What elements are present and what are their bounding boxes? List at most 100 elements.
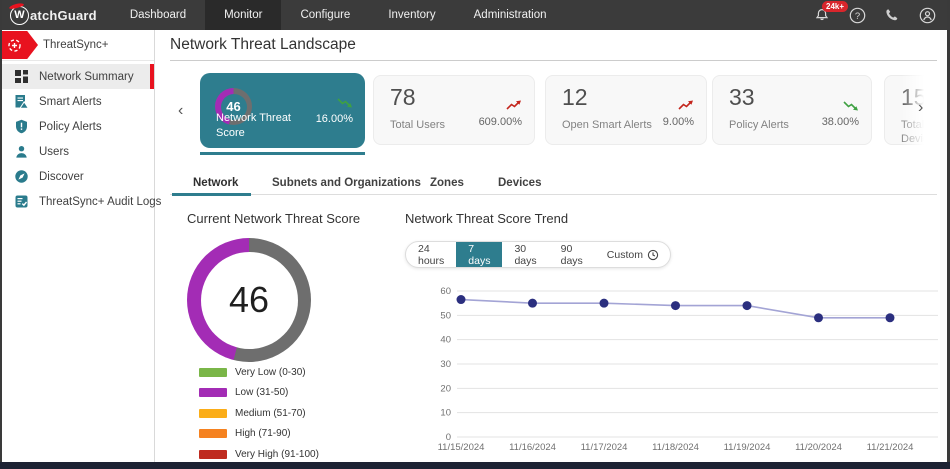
legend-item-very-low: Very Low (0-30): [199, 367, 306, 378]
sidebar-item-label: Policy Alerts: [39, 120, 102, 133]
product-header: ThreatSync+: [2, 30, 154, 61]
sidebar-item-smart-alerts[interactable]: Smart Alerts: [2, 89, 154, 114]
selected-card-indicator: [200, 152, 365, 155]
card-label: Network Threat Score: [216, 112, 291, 139]
question-circle-icon: ?: [849, 7, 865, 23]
nav-dashboard[interactable]: Dashboard: [111, 0, 205, 30]
range-90-days[interactable]: 90 days: [549, 242, 595, 267]
sidebar-item-label: Network Summary: [39, 70, 134, 83]
card-trend: 16.00%: [316, 95, 353, 125]
nav-configure[interactable]: Configure: [281, 0, 369, 30]
svg-text:50: 50: [440, 310, 451, 321]
svg-text:20: 20: [440, 383, 451, 394]
legend-label: Very Low (0-30): [235, 367, 306, 378]
trend-down-icon: [337, 98, 352, 108]
primary-nav: Dashboard Monitor Configure Inventory Ad…: [111, 0, 566, 30]
range-7-days[interactable]: 7 days: [456, 242, 503, 267]
sidebar-item-users[interactable]: Users: [2, 139, 154, 164]
phone-icon: [886, 9, 898, 21]
sidebar-item-discover[interactable]: Discover: [2, 164, 154, 189]
threatsync-flag: [2, 31, 38, 59]
current-score-heading: Current Network Threat Score: [187, 211, 361, 226]
tab-network[interactable]: Network: [193, 177, 238, 189]
threatsync-sync-plus-icon: [8, 38, 21, 52]
account-button[interactable]: [918, 6, 936, 24]
shield-exclamation-icon: [14, 119, 29, 134]
range-30-days[interactable]: 30 days: [502, 242, 548, 267]
card-value: 12: [562, 84, 588, 110]
time-range-selector: 24 hours 7 days 30 days 90 days Custom: [405, 241, 671, 268]
clock-history-icon: [647, 249, 659, 260]
svg-text:11/21/2024: 11/21/2024: [867, 442, 914, 453]
notifications-count-badge: 24k+: [822, 1, 849, 12]
title-divider: [170, 60, 937, 61]
carousel-next-button[interactable]: ›: [918, 100, 923, 116]
grid-dashboard-icon: [14, 69, 29, 84]
svg-text:11/16/2024: 11/16/2024: [509, 442, 556, 453]
sidebar-item-label: Discover: [39, 170, 84, 183]
card-label: Policy Alerts: [729, 119, 789, 131]
window-edge-left: [0, 0, 2, 469]
watchguard-logo[interactable]: W atchGuard: [8, 1, 97, 25]
product-name: ThreatSync+: [43, 39, 109, 51]
nav-monitor[interactable]: Monitor: [205, 0, 282, 30]
range-custom[interactable]: Custom: [595, 242, 670, 267]
notifications-button[interactable]: 24k+: [813, 1, 849, 24]
tab-subnets-and-organizations[interactable]: Subnets and Organizations: [272, 177, 421, 189]
sidebar: ThreatSync+ Network Summary Smart Alerts…: [2, 30, 161, 462]
trend-line-chart: 0 10 20 30 40 50 60 11/15/2024 11/16/2024 11/17/2…: [405, 278, 947, 462]
card-policy-alerts[interactable]: 33 Policy Alerts 38.00%: [712, 75, 872, 145]
legend-item-high: High (71-90): [199, 428, 291, 439]
watchguard-cloud-app: W atchGuard Dashboard Monitor Configure …: [0, 0, 950, 469]
carousel-fade: [901, 70, 928, 152]
trend-percent: 609.00%: [478, 116, 522, 128]
sidebar-item-label: ThreatSync+ Audit Logs: [39, 195, 162, 208]
svg-text:11/19/2024: 11/19/2024: [724, 442, 771, 453]
sidebar-item-audit-logs[interactable]: ThreatSync+ Audit Logs: [2, 189, 161, 214]
sidebar-item-policy-alerts[interactable]: Policy Alerts: [2, 114, 154, 139]
nav-administration[interactable]: Administration: [455, 0, 566, 30]
carousel-fade-solid: [926, 70, 947, 152]
trend-up-icon: [678, 100, 693, 110]
card-total-users[interactable]: 78 Total Users 609.00%: [373, 75, 535, 145]
legend-item-low: Low (31-50): [199, 387, 288, 398]
person-circle-icon: [919, 7, 935, 23]
legend-label: Low (31-50): [235, 387, 289, 398]
carousel-prev-button[interactable]: ‹: [178, 103, 183, 119]
trend-up-icon: [506, 100, 521, 110]
card-trend: 609.00%: [479, 98, 522, 128]
support-phone-button[interactable]: [883, 6, 901, 24]
svg-text:11/17/2024: 11/17/2024: [581, 442, 628, 453]
svg-text:10: 10: [440, 408, 451, 419]
svg-text:11/15/2024: 11/15/2024: [438, 442, 485, 453]
main-content: Network Threat Landscape ‹ 46 16.00% Net…: [156, 30, 947, 462]
legend-label: Very High (91-100): [235, 449, 319, 460]
topbar-icons: 24k+ ?: [813, 1, 936, 24]
sidebar-item-network-summary[interactable]: Network Summary: [2, 64, 154, 89]
range-24-hours[interactable]: 24 hours: [406, 242, 456, 267]
trend-percent: 16.00%: [315, 113, 353, 125]
person-icon: [14, 144, 29, 159]
card-network-threat-score[interactable]: 46 16.00% Network Threat Score: [200, 73, 365, 148]
tab-devices[interactable]: Devices: [498, 177, 541, 189]
threat-score-value: 46: [200, 251, 298, 349]
sidebar-item-label: Smart Alerts: [39, 95, 102, 108]
list-check-icon: [14, 194, 29, 209]
trend-down-icon: [843, 101, 858, 111]
svg-text:60: 60: [440, 286, 451, 297]
window-bottom-bar: [0, 462, 950, 469]
trend-percent: 38.00%: [821, 116, 859, 128]
page-title: Network Threat Landscape: [170, 36, 356, 53]
legend-item-very-high: Very High (91-100): [199, 449, 319, 460]
tabs-divider: [170, 194, 937, 195]
help-button[interactable]: ?: [848, 6, 866, 24]
card-open-smart-alerts[interactable]: 12 Open Smart Alerts 9.00%: [545, 75, 707, 145]
tab-zones[interactable]: Zones: [430, 177, 464, 189]
legend-label: Medium (51-70): [235, 408, 306, 419]
legend-swatch-low: [199, 388, 227, 397]
trend-percent: 9.00%: [662, 116, 694, 128]
card-label: Open Smart Alerts: [562, 119, 652, 131]
legend-swatch-very-low: [199, 368, 227, 377]
range-custom-label: Custom: [606, 248, 643, 261]
nav-inventory[interactable]: Inventory: [369, 0, 454, 30]
